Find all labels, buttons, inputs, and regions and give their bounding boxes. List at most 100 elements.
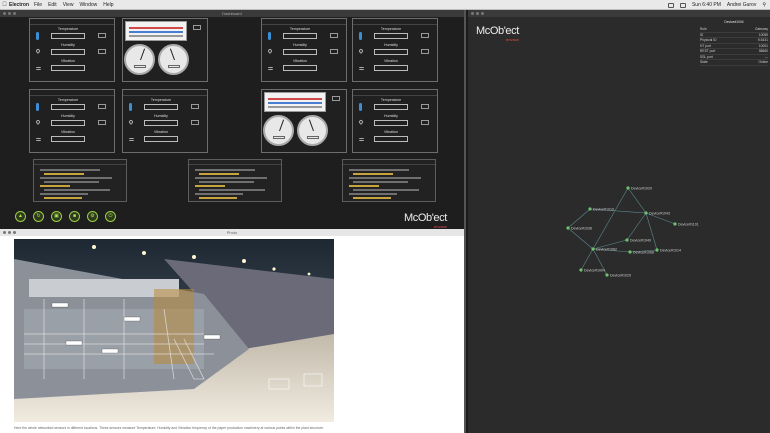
close-icon[interactable] xyxy=(3,231,6,234)
menu-bar:  Electron File Edit View Window Help Su… xyxy=(0,0,770,10)
photo-titlebar[interactable]: Photo xyxy=(0,229,464,236)
graph-node[interactable] xyxy=(625,238,629,242)
menubar-user[interactable]: Andrei Gurov xyxy=(727,2,756,8)
thermometer-icon xyxy=(359,103,362,111)
vibration-value xyxy=(51,136,85,142)
menu-window[interactable]: Window xyxy=(79,2,97,8)
setting-box[interactable] xyxy=(421,49,429,54)
gauge-card[interactable] xyxy=(122,18,208,82)
setting-box[interactable] xyxy=(332,96,340,101)
power-icon[interactable]: ⏻ xyxy=(105,211,116,222)
network-graph-window: McOb'ect envace Device#1004 Role Gateway I… xyxy=(468,10,770,433)
setting-box[interactable] xyxy=(98,104,106,109)
vibration-value xyxy=(51,65,85,71)
sensor-card[interactable]: Temperature Humidity Vibration xyxy=(352,89,438,153)
graph-node-label: Device#1043 xyxy=(649,211,670,215)
thermometer-icon xyxy=(359,32,362,40)
graph-node-label: Device#1036 xyxy=(571,226,592,230)
sensor-card[interactable]: Temperature Humidity Vibration xyxy=(122,89,208,153)
window-titlebar[interactable]: Dashboard xyxy=(0,10,464,17)
refresh-icon[interactable]: ↻ xyxy=(33,211,44,222)
graph-node-label: Device#1101 xyxy=(678,222,699,226)
graph-node[interactable] xyxy=(644,211,648,215)
graph-edge xyxy=(567,208,591,229)
app-name[interactable]: Electron xyxy=(9,2,29,8)
battery-icon[interactable] xyxy=(667,2,674,8)
code-panel-title xyxy=(34,160,126,165)
minimize-icon[interactable] xyxy=(8,231,11,234)
graph-node[interactable] xyxy=(673,222,677,226)
menu-edit[interactable]: Edit xyxy=(48,2,57,8)
setting-box[interactable] xyxy=(330,33,338,38)
thermometer-icon xyxy=(36,32,39,40)
menu-file[interactable]: File xyxy=(34,2,42,8)
gauge-dial xyxy=(263,115,294,146)
card-header xyxy=(353,90,437,96)
vibration-icon xyxy=(36,138,41,141)
vibration-icon xyxy=(36,67,41,70)
close-icon[interactable] xyxy=(3,12,6,15)
graph-node[interactable] xyxy=(626,186,630,190)
graph-node-label: Device#1029 xyxy=(610,273,631,277)
graph-node[interactable] xyxy=(655,248,659,252)
setting-box[interactable] xyxy=(421,104,429,109)
setting-box[interactable] xyxy=(98,49,106,54)
code-panel[interactable] xyxy=(342,159,436,202)
menu-help[interactable]: Help xyxy=(103,2,113,8)
humidity-label: Humidity xyxy=(384,114,398,118)
code-panel[interactable] xyxy=(33,159,127,202)
zoom-icon[interactable] xyxy=(13,12,16,15)
grid-icon[interactable]: ▣ xyxy=(51,211,62,222)
graph-node[interactable] xyxy=(591,247,595,251)
graph-node[interactable] xyxy=(566,226,570,230)
stop-icon[interactable]: ■ xyxy=(69,211,80,222)
setting-box[interactable] xyxy=(191,104,199,109)
temperature-value xyxy=(51,104,85,110)
sensor-card[interactable]: Temperature Humidity Vibration xyxy=(29,89,115,153)
setting-box[interactable] xyxy=(421,33,429,38)
graph-node[interactable] xyxy=(605,273,609,277)
humidity-value xyxy=(374,120,408,126)
factory-photo[interactable] xyxy=(14,239,334,422)
setting-box[interactable] xyxy=(193,25,201,30)
thermometer-icon xyxy=(268,32,271,40)
graph-edge xyxy=(645,212,658,251)
graph-edge xyxy=(592,187,629,250)
thermometer-panel xyxy=(264,92,326,112)
sensor-card[interactable]: Temperature Humidity Vibration xyxy=(352,18,438,82)
network-graph[interactable]: Device#1020 Device#1010 Device#1043 Device#… xyxy=(468,10,770,433)
graph-node[interactable] xyxy=(579,268,583,272)
graph-node[interactable] xyxy=(628,250,632,254)
brand-main: McOb'ect xyxy=(404,212,447,224)
menubar-clock[interactable]: Sun 6:40 PM xyxy=(692,2,721,8)
setting-box[interactable] xyxy=(191,120,199,125)
play-icon[interactable]: ▲ xyxy=(15,211,26,222)
humidity-icon xyxy=(35,119,41,125)
setting-box[interactable] xyxy=(421,120,429,125)
zoom-icon[interactable] xyxy=(13,231,16,234)
vibration-value xyxy=(144,136,178,142)
menu-view[interactable]: View xyxy=(63,2,74,8)
vibration-label: Vibration xyxy=(383,130,399,134)
search-icon[interactable]: ⚲ xyxy=(762,2,766,8)
minimize-icon[interactable] xyxy=(8,12,11,15)
settings-icon[interactable]: ⚙ xyxy=(87,211,98,222)
window-title: Dashboard xyxy=(222,11,242,16)
graph-node[interactable] xyxy=(588,207,592,211)
graph-node-label: Device#1040 xyxy=(630,238,651,242)
apple-icon[interactable]:  xyxy=(0,2,9,8)
sensor-card[interactable]: Temperature Humidity Vibration xyxy=(261,18,347,82)
vibration-label: Vibration xyxy=(153,130,169,134)
humidity-icon xyxy=(358,119,364,125)
setting-box[interactable] xyxy=(98,33,106,38)
setting-box[interactable] xyxy=(330,49,338,54)
gauge-card[interactable] xyxy=(261,89,347,153)
vibration-icon xyxy=(359,138,364,141)
humidity-label: Humidity xyxy=(384,43,398,47)
temperature-label: Temperature xyxy=(380,98,402,102)
sensor-card[interactable]: Temperature Humidity Vibration xyxy=(29,18,115,82)
wifi-icon[interactable] xyxy=(679,2,686,8)
code-panel[interactable] xyxy=(188,159,282,202)
temperature-label: Temperature xyxy=(150,98,172,102)
setting-box[interactable] xyxy=(98,120,106,125)
